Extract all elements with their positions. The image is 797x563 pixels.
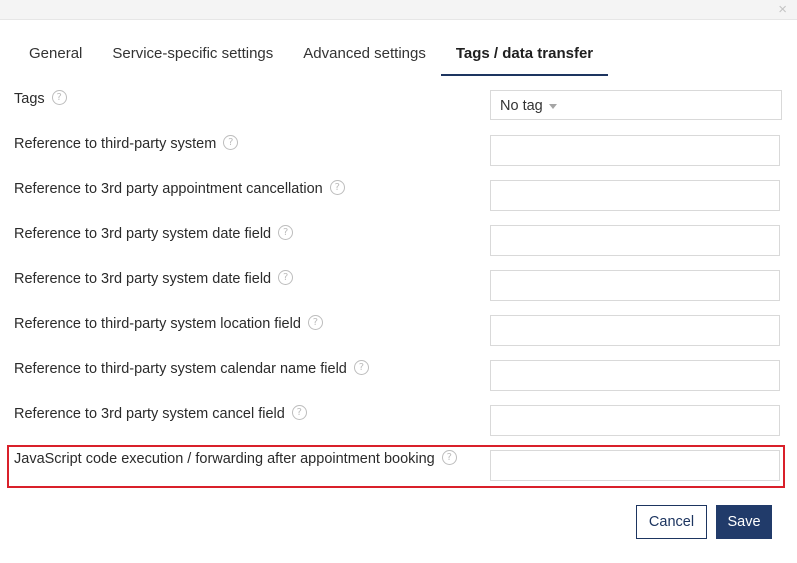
- form-row-location-field-reference: Reference to third-party system location…: [14, 315, 782, 349]
- save-button[interactable]: Save: [716, 505, 772, 539]
- cancel-button[interactable]: Cancel: [636, 505, 707, 539]
- tab-service-specific-settings[interactable]: Service-specific settings: [97, 34, 288, 76]
- form-row-javascript-execution: JavaScript code execution / forwarding a…: [14, 450, 782, 484]
- field-label: Reference to 3rd party system date field…: [14, 270, 294, 288]
- tab-advanced-settings[interactable]: Advanced settings: [288, 34, 441, 76]
- form-row-date-field-reference: Reference to 3rd party system date field…: [14, 225, 782, 259]
- tab-bar: General Service-specific settings Advanc…: [14, 34, 609, 76]
- field-label: Reference to third-party system?: [14, 135, 239, 153]
- form-row-calendar-name-field-reference: Reference to third-party system calendar…: [14, 360, 782, 394]
- tags-select[interactable]: No tag: [490, 90, 782, 120]
- form-row-date-field-reference-2: Reference to 3rd party system date field…: [14, 270, 782, 304]
- help-icon[interactable]: ?: [51, 90, 67, 105]
- tab-general[interactable]: General: [14, 34, 97, 76]
- help-icon[interactable]: ?: [291, 405, 307, 420]
- settings-dialog: × General Service-specific settings Adva…: [0, 0, 797, 563]
- tags-select-value: No tag: [500, 98, 543, 114]
- help-icon[interactable]: ?: [353, 360, 369, 375]
- help-icon[interactable]: ?: [307, 315, 323, 330]
- date-field-reference-input[interactable]: [490, 225, 780, 256]
- appointment-cancellation-reference-input[interactable]: [490, 180, 780, 211]
- field-label: Reference to 3rd party system cancel fie…: [14, 405, 307, 423]
- chevron-down-icon: [549, 104, 557, 109]
- form-row-tags: Tags? No tag: [14, 90, 782, 124]
- third-party-reference-input[interactable]: [490, 135, 780, 166]
- dialog-titlebar: ×: [0, 0, 797, 20]
- javascript-execution-input[interactable]: [490, 450, 780, 481]
- location-field-reference-input[interactable]: [490, 315, 780, 346]
- cancel-field-reference-input[interactable]: [490, 405, 780, 436]
- form-row-appointment-cancellation-reference: Reference to 3rd party appointment cance…: [14, 180, 782, 214]
- help-icon[interactable]: ?: [278, 225, 294, 240]
- field-label: Reference to 3rd party system date field…: [14, 225, 294, 243]
- field-label: JavaScript code execution / forwarding a…: [14, 450, 457, 468]
- date-field-reference-input-2[interactable]: [490, 270, 780, 301]
- form-row-cancel-field-reference: Reference to 3rd party system cancel fie…: [14, 405, 782, 439]
- field-label: Reference to 3rd party appointment cance…: [14, 180, 345, 198]
- close-icon[interactable]: ×: [778, 2, 787, 17]
- help-icon[interactable]: ?: [278, 270, 294, 285]
- field-label: Tags?: [14, 90, 67, 108]
- calendar-name-field-reference-input[interactable]: [490, 360, 780, 391]
- field-label: Reference to third-party system location…: [14, 315, 323, 333]
- help-icon[interactable]: ?: [441, 450, 457, 465]
- help-icon[interactable]: ?: [223, 135, 239, 150]
- field-label: Reference to third-party system calendar…: [14, 360, 369, 378]
- help-icon[interactable]: ?: [329, 180, 345, 195]
- tab-tags-data-transfer[interactable]: Tags / data transfer: [440, 34, 609, 76]
- form-row-third-party-reference: Reference to third-party system?: [14, 135, 782, 169]
